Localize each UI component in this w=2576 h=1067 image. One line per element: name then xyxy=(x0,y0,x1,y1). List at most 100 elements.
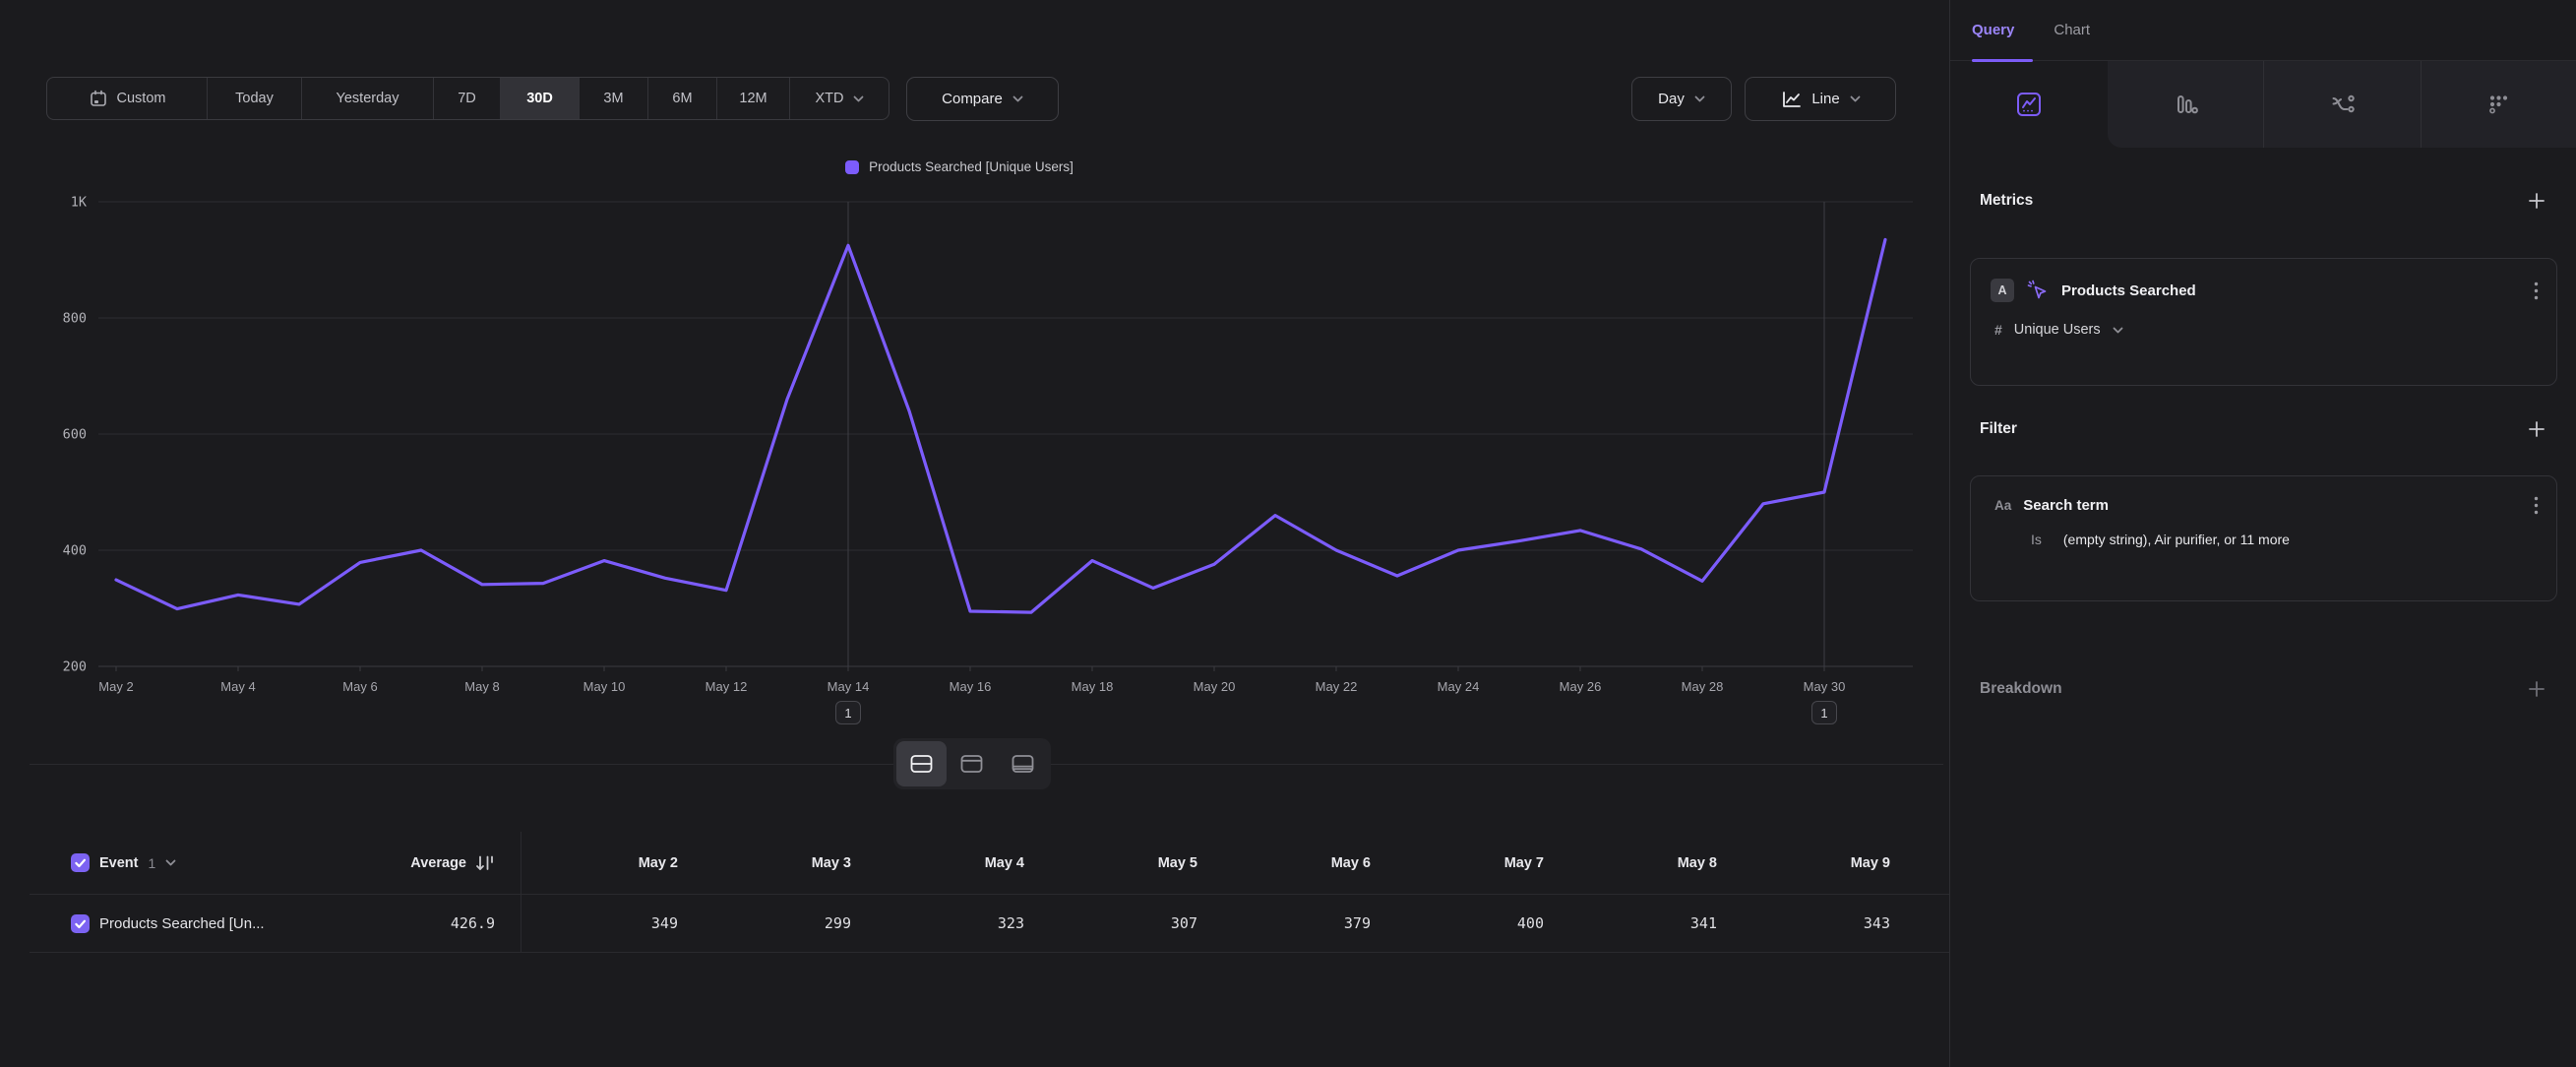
event-count: 1 xyxy=(149,855,156,871)
date-column-value: 379 xyxy=(1257,914,1430,932)
sidebar-tabs: Query Chart xyxy=(1950,0,2576,61)
string-property-icon: Aa xyxy=(1994,498,2011,513)
svg-text:1K: 1K xyxy=(71,195,88,211)
metric-measure-row: # Unique Users xyxy=(1971,302,2556,338)
breakdown-section-header: Breakdown xyxy=(1980,673,2546,705)
chart-only-icon xyxy=(959,754,984,774)
event-row-cell: Products Searched [Un... xyxy=(30,914,319,933)
average-value: 426.9 xyxy=(451,914,495,932)
funnels-icon xyxy=(2171,90,2200,119)
measure-type-icon: # xyxy=(1994,322,2002,338)
check-icon xyxy=(74,857,87,868)
svg-text:May 8: May 8 xyxy=(464,679,499,694)
query-sidebar: Query Chart Metrics A xyxy=(1949,0,2576,1067)
filter-value[interactable]: (empty string), Air purifier, or 11 more xyxy=(2063,532,2290,547)
tab-retention[interactable] xyxy=(2421,61,2576,148)
breakdown-heading: Breakdown xyxy=(1980,680,2062,698)
date-column-header[interactable]: May 5 xyxy=(1083,855,1257,871)
layout-split-view-button[interactable] xyxy=(896,741,947,786)
svg-text:600: 600 xyxy=(63,427,87,443)
svg-text:May 22: May 22 xyxy=(1316,679,1358,694)
kebab-menu-icon[interactable] xyxy=(2534,282,2539,300)
average-header-cell[interactable]: Average xyxy=(319,854,521,872)
tab-query[interactable]: Query xyxy=(1972,22,2014,38)
date-column-value: 400 xyxy=(1430,914,1603,932)
svg-text:May 18: May 18 xyxy=(1072,679,1114,694)
svg-text:May 6: May 6 xyxy=(342,679,377,694)
svg-text:200: 200 xyxy=(63,659,87,675)
add-filter-button[interactable] xyxy=(2527,419,2546,439)
add-breakdown-button[interactable] xyxy=(2527,679,2546,699)
date-column-value: 323 xyxy=(910,914,1083,932)
svg-text:May 30: May 30 xyxy=(1804,679,1846,694)
kebab-menu-icon[interactable] xyxy=(2534,496,2539,515)
average-value-cell: 426.9 xyxy=(319,914,521,932)
date-columns-values: 349299323307379400341343 xyxy=(521,895,1949,952)
table-row[interactable]: Products Searched [Un... 426.9 349299323… xyxy=(30,895,1949,953)
add-metric-button[interactable] xyxy=(2527,191,2546,211)
svg-text:May 14: May 14 xyxy=(828,679,870,694)
report-type-tabs xyxy=(1950,61,2576,148)
annotation-badge[interactable]: 1 xyxy=(1811,701,1837,724)
report-main-panel: CustomTodayYesterday7D30D3M6M12MXTD Comp… xyxy=(0,0,1949,1067)
table-header-row: Event 1 Average May 2May 3May 4May 5May … xyxy=(30,832,1949,895)
filter-operator[interactable]: Is xyxy=(2031,532,2042,547)
date-column-header[interactable]: May 7 xyxy=(1430,855,1603,871)
date-column-value: 341 xyxy=(1603,914,1776,932)
event-row-checkbox[interactable] xyxy=(71,914,90,933)
metric-letter-badge: A xyxy=(1991,279,2014,302)
split-view-icon xyxy=(909,754,934,774)
event-select-all-checkbox[interactable] xyxy=(71,853,90,872)
svg-text:May 4: May 4 xyxy=(220,679,255,694)
line-chart[interactable]: 1K800600400200May 2May 4May 6May 8May 10… xyxy=(0,0,1919,802)
metrics-heading: Metrics xyxy=(1980,192,2033,210)
svg-text:May 16: May 16 xyxy=(950,679,992,694)
average-header-label: Average xyxy=(410,855,466,871)
date-columns-header: May 2May 3May 4May 5May 6May 7May 8May 9 xyxy=(521,832,1949,894)
flows-icon xyxy=(2328,90,2358,119)
date-column-value: 307 xyxy=(1083,914,1257,932)
tab-chart[interactable]: Chart xyxy=(2054,22,2090,38)
layout-chart-only-button[interactable] xyxy=(947,741,997,786)
metrics-section-header: Metrics xyxy=(1980,185,2546,217)
chevron-down-icon[interactable] xyxy=(2113,327,2123,334)
date-column-header[interactable]: May 4 xyxy=(910,855,1083,871)
table-only-icon xyxy=(1011,754,1035,774)
check-icon xyxy=(74,918,87,929)
retention-icon xyxy=(2484,90,2513,119)
date-column-header[interactable]: May 9 xyxy=(1776,855,1949,871)
analytics-report-page: CustomTodayYesterday7D30D3M6M12MXTD Comp… xyxy=(0,0,2576,1067)
date-column-value: 343 xyxy=(1776,914,1949,932)
tab-flows[interactable] xyxy=(2263,61,2420,148)
date-column-header[interactable]: May 3 xyxy=(737,855,910,871)
tab-insights[interactable] xyxy=(1950,61,2108,148)
chevron-down-icon[interactable] xyxy=(165,859,176,866)
date-column-value: 349 xyxy=(564,914,737,932)
filter-main-row: Aa Search term xyxy=(1971,476,2556,515)
event-row-name: Products Searched [Un... xyxy=(99,915,265,932)
sort-descending-icon xyxy=(475,854,495,872)
metric-card[interactable]: A Products Searched # Unique Users xyxy=(1970,258,2557,386)
layout-table-only-button[interactable] xyxy=(998,741,1048,786)
metric-name: Products Searched xyxy=(2061,282,2196,299)
date-column-header[interactable]: May 2 xyxy=(564,855,737,871)
svg-text:May 28: May 28 xyxy=(1682,679,1724,694)
tab-funnels[interactable] xyxy=(2108,61,2263,148)
filter-card[interactable]: Aa Search term Is (empty string), Air pu… xyxy=(1970,475,2557,601)
measure-selector[interactable]: Unique Users xyxy=(2014,322,2101,338)
filter-property-name: Search term xyxy=(2023,497,2109,514)
svg-text:May 20: May 20 xyxy=(1194,679,1236,694)
svg-text:May 2: May 2 xyxy=(98,679,133,694)
svg-text:May 12: May 12 xyxy=(705,679,748,694)
svg-text:May 10: May 10 xyxy=(583,679,626,694)
date-column-header[interactable]: May 6 xyxy=(1257,855,1430,871)
date-column-header[interactable]: May 8 xyxy=(1603,855,1776,871)
annotation-badge[interactable]: 1 xyxy=(835,701,861,724)
svg-text:May 24: May 24 xyxy=(1438,679,1480,694)
event-header-cell: Event 1 xyxy=(30,853,319,872)
event-header-label: Event xyxy=(99,855,139,871)
line-chart-canvas[interactable]: 1K800600400200May 2May 4May 6May 8May 10… xyxy=(0,0,1919,802)
layout-toggle xyxy=(893,738,1051,789)
svg-text:800: 800 xyxy=(63,311,87,327)
active-tab-underline xyxy=(1972,59,2033,62)
